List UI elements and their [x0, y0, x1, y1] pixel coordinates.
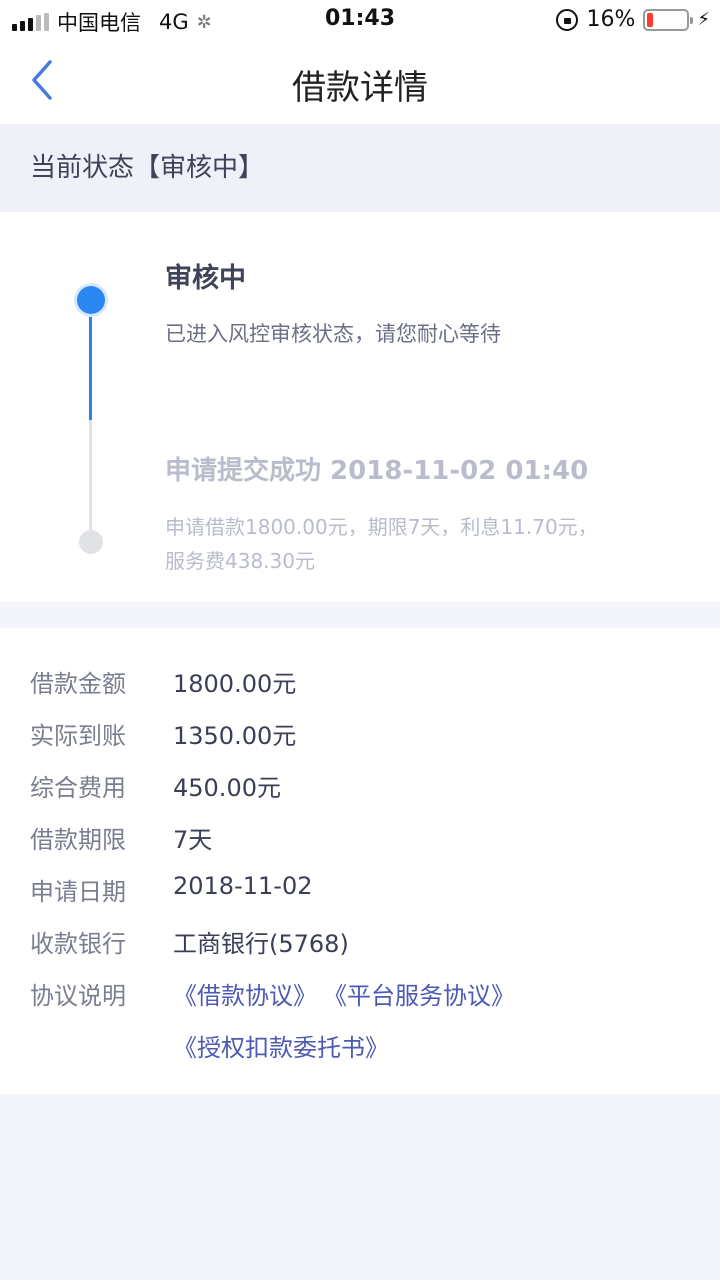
detail-value: 7天: [173, 826, 213, 854]
detail-label: 借款期限: [30, 826, 126, 854]
loan-details: 借款金额 1800.00元 实际到账 1350.00元 综合费用 450.00元…: [0, 628, 720, 1094]
detail-label: 协议说明: [30, 982, 126, 1010]
platform-service-agreement-link[interactable]: 《平台服务协议》: [323, 976, 515, 1011]
agreements-links: 《授权扣款委托书》: [173, 1028, 389, 1063]
detail-label: 收款银行: [30, 930, 126, 958]
detail-row: 借款期限 7天: [0, 808, 720, 860]
agreements-row-continued: 《授权扣款委托书》: [0, 1016, 720, 1068]
timeline-step-desc: 已进入风控审核状态，请您耐心等待: [165, 322, 501, 346]
charging-bolt-icon: ⚡: [697, 9, 710, 30]
agreements-links: 《借款协议》 《平台服务协议》: [173, 976, 515, 1011]
timeline-step-title: 申请提交成功 2018-11-02 01:40: [165, 456, 589, 486]
detail-label: 借款金额: [30, 670, 126, 698]
rotation-lock-icon: [556, 8, 579, 31]
progress-timeline: 审核中 已进入风控审核状态，请您耐心等待 申请提交成功 2018-11-02 0…: [0, 212, 720, 602]
timeline-line-inactive: [89, 420, 92, 540]
detail-value: 工商银行(5768): [173, 930, 349, 958]
detail-row: 借款金额 1800.00元: [0, 652, 720, 704]
timeline-step-desc: 申请借款1800.00元，期限7天，利息11.70元，服务费438.30元: [165, 515, 598, 573]
detail-row: 申请日期 2018-11-02: [0, 860, 720, 912]
detail-value: 2018-11-02: [173, 872, 313, 900]
battery-icon: [643, 8, 694, 31]
detail-label: 实际到账: [30, 722, 126, 750]
battery-percent: 16%: [586, 7, 636, 32]
detail-label: 申请日期: [30, 878, 126, 906]
timeline-dot-inactive: [79, 530, 103, 554]
timeline-dot-active: [77, 286, 105, 314]
detail-row: 综合费用 450.00元: [0, 756, 720, 808]
detail-label: 综合费用: [30, 774, 126, 802]
loan-agreement-link[interactable]: 《借款协议》: [173, 976, 317, 1011]
status-bar: 中国电信 4G ✲ 01:43 16% ⚡: [0, 0, 720, 40]
timeline-step-title: 审核中: [165, 263, 246, 294]
detail-value: 450.00元: [173, 774, 281, 802]
page-title: 借款详情: [292, 68, 428, 108]
debit-authorization-link[interactable]: 《授权扣款委托书》: [173, 1028, 389, 1063]
detail-row: 收款银行 工商银行(5768): [0, 912, 720, 964]
timeline-line-active: [89, 300, 92, 420]
nav-bar: 借款详情: [0, 40, 720, 124]
detail-value: 1800.00元: [173, 670, 297, 698]
current-status: 当前状态【审核中】: [0, 124, 720, 212]
agreements-row: 协议说明 《借款协议》 《平台服务协议》: [0, 964, 720, 1016]
detail-value: 1350.00元: [173, 722, 297, 750]
detail-row: 实际到账 1350.00元: [0, 704, 720, 756]
